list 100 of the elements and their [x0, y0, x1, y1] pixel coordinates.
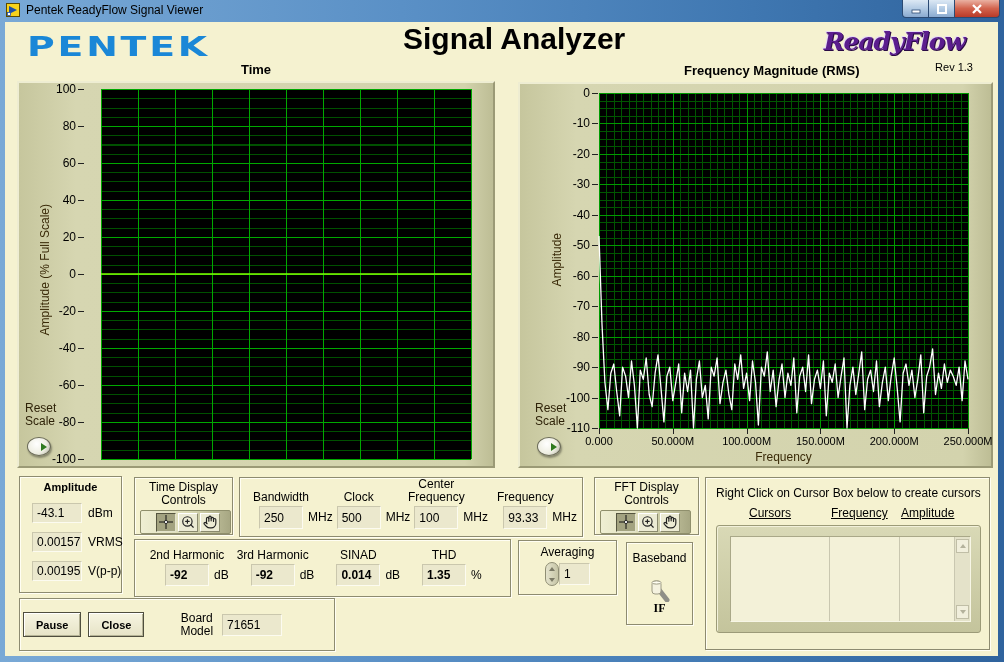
value-field: -92 [165, 564, 209, 586]
input-field[interactable]: 250 [259, 506, 303, 529]
unit-label: MHz [308, 509, 333, 526]
cursor-tool-button[interactable] [616, 512, 636, 532]
column-header: Amplitude [900, 506, 953, 520]
input-field[interactable]: 100 [414, 506, 459, 529]
field-label: THD [431, 549, 457, 562]
page-title: Signal Analyzer [403, 22, 626, 56]
triangle-icon [551, 442, 557, 451]
tick-label: 0 [583, 86, 590, 100]
tick-label: -60 [58, 378, 76, 392]
tick-label: -80 [58, 415, 76, 429]
brand-logo: PENTEK [27, 36, 210, 58]
unit-label: dB [385, 566, 401, 584]
pan-tool-button[interactable] [660, 512, 680, 532]
tick-label: -50 [572, 238, 590, 253]
axis-label: Amplitude [551, 233, 565, 287]
reset-scale-label: Reset Scale [25, 402, 57, 428]
close-button[interactable] [954, 0, 1000, 18]
up-arrow-icon [959, 544, 966, 548]
tick-label: -60 [572, 268, 590, 283]
unit-label: VRMS [88, 535, 123, 549]
tick-label: 150.000M [795, 435, 845, 447]
unit-label: dB [299, 566, 315, 584]
tick-label: -20 [58, 304, 76, 318]
product-logo: ReadyFlow [823, 28, 965, 56]
tick-label: 200.000M [869, 435, 919, 447]
reset-scale-label: Reset Scale [535, 402, 567, 428]
value-field: -43.1 [32, 503, 82, 523]
minimize-button[interactable] [902, 0, 929, 18]
chart-title: Frequency Magnitude (RMS) [684, 63, 860, 78]
tick-label: 0.000 [585, 435, 613, 447]
input-field[interactable]: 93.33 [503, 506, 548, 529]
field-label: 3rd Harmonic [236, 549, 309, 562]
tick-label: -90 [572, 360, 590, 375]
window-title: Pentek ReadyFlow Signal Viewer [26, 3, 204, 18]
zoom-tool-button[interactable] [638, 512, 658, 532]
tick-label: -30 [572, 177, 590, 192]
reset-scale-button[interactable] [27, 437, 51, 456]
up-arrow-icon [549, 566, 555, 571]
hint-text: Right Click on Cursor Box below to create cursors [716, 486, 982, 500]
down-arrow-icon [549, 577, 555, 582]
push-button[interactable]: Close [88, 612, 145, 637]
tick-label: 0 [69, 267, 76, 281]
close-icon [971, 3, 983, 14]
value-field: 0.00195 [32, 561, 82, 581]
value-field: -92 [250, 564, 295, 586]
reset-scale-button[interactable] [537, 437, 561, 456]
column-header: Cursors [748, 506, 792, 520]
unit-label: MHz [385, 509, 411, 526]
column-header: Frequency [830, 506, 889, 520]
tick-label: 60 [62, 156, 76, 170]
push-button[interactable]: Pause [23, 612, 82, 637]
field-label: Center Frequency [407, 478, 466, 504]
tick-label: -80 [572, 329, 590, 344]
field-label: Frequency [497, 491, 554, 504]
field-label: SINAD [340, 549, 377, 562]
field-label: Board Model [180, 611, 214, 638]
tick-label: -40 [58, 341, 76, 355]
unit-label: dB [214, 566, 229, 584]
panel-title: Time Display Controls [148, 481, 219, 507]
panel-title: Amplitude [43, 481, 98, 494]
input-field[interactable]: 500 [336, 506, 381, 529]
switch-label: IF [653, 602, 666, 614]
triangle-icon [41, 442, 47, 451]
hand-icon [663, 515, 677, 529]
crosshair-icon [619, 515, 633, 529]
zoom-icon [181, 515, 195, 529]
unit-label: MHz [552, 509, 577, 526]
value-field: 71651 [222, 613, 283, 636]
tick-label: 100.000M [722, 435, 772, 447]
cursor-tool-button[interactable] [156, 512, 176, 532]
chart-title: Time [240, 62, 272, 77]
tick-label: -10 [572, 116, 590, 131]
axis-label: Amplitude (% Full Scale) [39, 204, 53, 336]
app-icon [6, 3, 20, 17]
tick-label: -40 [572, 207, 590, 222]
value-field: 0.00157 [32, 532, 82, 552]
panel-title: FFT Display Controls [613, 481, 680, 507]
pan-tool-button[interactable] [200, 512, 220, 532]
hand-icon [203, 515, 217, 529]
axis-label: Frequency [755, 450, 812, 464]
zoom-tool-button[interactable] [178, 512, 198, 532]
zoom-icon [641, 515, 655, 529]
input-field[interactable]: 1 [559, 563, 590, 585]
maximize-button[interactable] [928, 0, 955, 18]
maximize-icon [935, 3, 948, 14]
value-field: 1.35 [422, 564, 467, 586]
field-label: Bandwidth [253, 491, 310, 504]
tick-label: 40 [62, 193, 76, 207]
unit-label: dBm [88, 506, 114, 520]
tick-label: -110 [566, 421, 590, 435]
tick-label: -70 [572, 299, 590, 314]
unit-label: % [471, 566, 482, 584]
field-label: 2nd Harmonic [149, 549, 225, 562]
unit-label: MHz [463, 509, 488, 526]
tick-label: -20 [572, 146, 590, 161]
field-label: Clock [343, 491, 374, 504]
panel-title: Baseband [632, 552, 687, 565]
tick-label: 80 [62, 119, 76, 133]
